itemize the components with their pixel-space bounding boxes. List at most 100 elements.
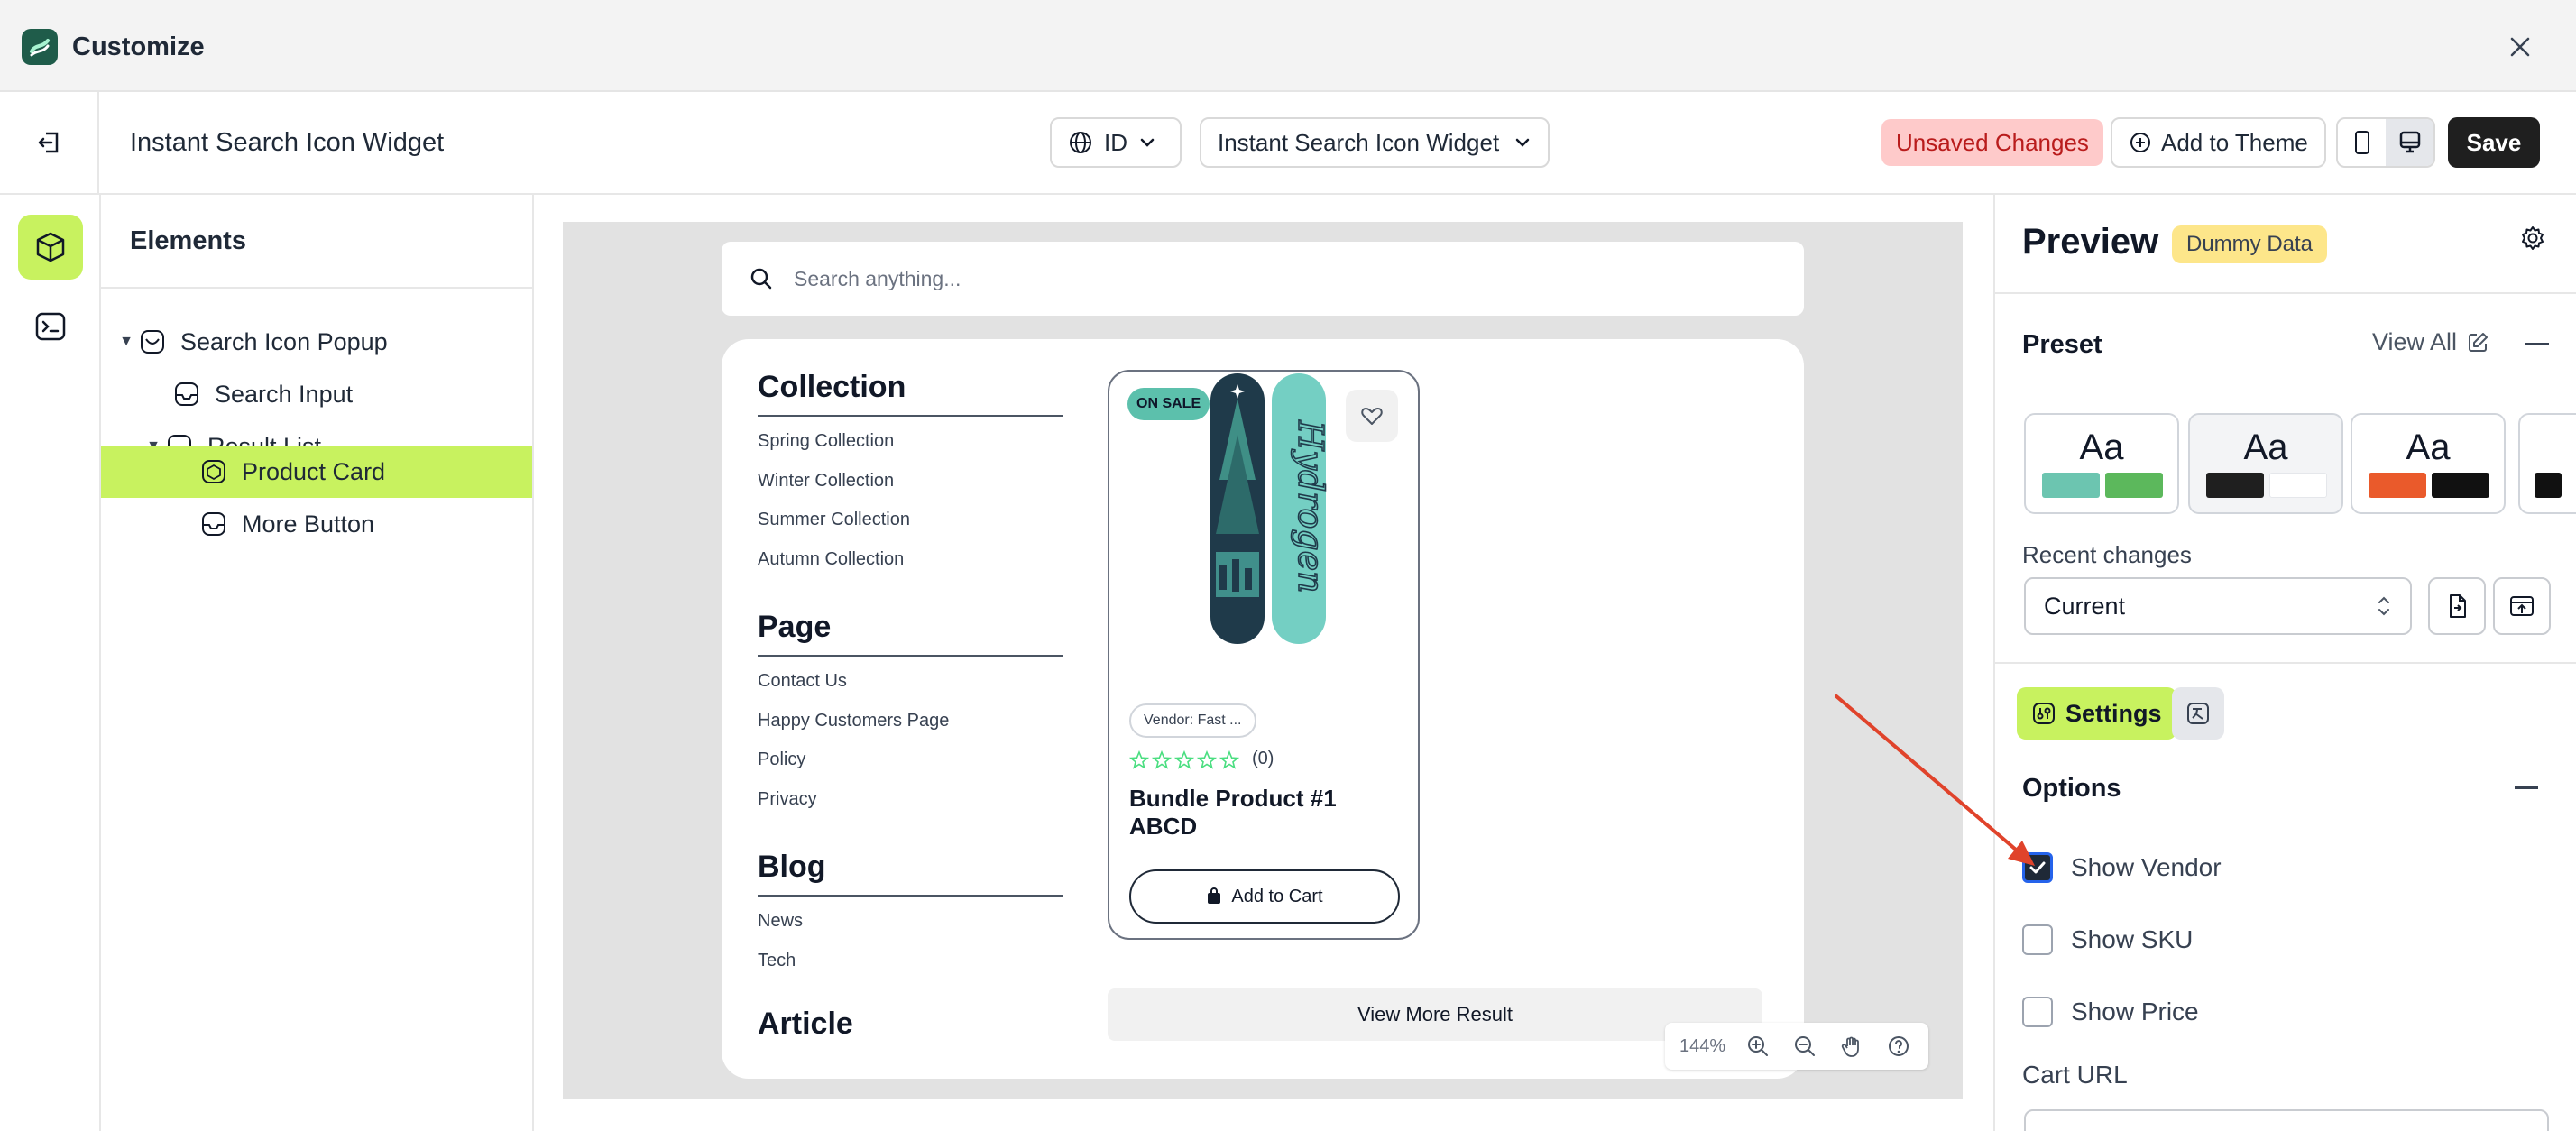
search-placeholder: Search anything... xyxy=(794,266,961,290)
exit-icon xyxy=(38,132,59,153)
preset-card-partial[interactable] xyxy=(2518,413,2576,514)
category-link[interactable]: Winter Collection xyxy=(758,471,894,492)
preset-label: Preset xyxy=(2022,330,2102,359)
category-title: Page xyxy=(758,610,832,644)
widget-title: Instant Search Icon Widget xyxy=(130,128,445,157)
tree-item-more-button[interactable]: More Button xyxy=(101,498,532,550)
globe-icon xyxy=(1070,132,1091,153)
zoom-level: 144% xyxy=(1679,1035,1726,1056)
category-link[interactable]: Privacy xyxy=(758,789,817,810)
import-button[interactable] xyxy=(2428,577,2486,635)
zoom-out-button[interactable] xyxy=(1783,1026,1826,1066)
cube-icon xyxy=(36,232,65,262)
collapse-options-icon[interactable] xyxy=(2515,786,2538,789)
export-button[interactable] xyxy=(2493,577,2551,635)
category-link[interactable]: Contact Us xyxy=(758,671,847,692)
recent-changes-select[interactable]: Current xyxy=(2024,577,2412,635)
widget-dropdown[interactable]: Instant Search Icon Widget xyxy=(1200,117,1550,168)
caret-down-icon[interactable]: ▼ xyxy=(115,334,137,350)
panel-title: Preview xyxy=(2022,222,2159,262)
collapse-preset-icon[interactable] xyxy=(2525,343,2549,345)
show-sku-checkbox[interactable] xyxy=(2022,924,2053,955)
preset-swatch xyxy=(2105,473,2163,498)
code-tab-button[interactable] xyxy=(18,294,83,359)
sliders-icon xyxy=(2033,703,2055,724)
elements-tab-button[interactable] xyxy=(18,215,83,280)
cart-url-input[interactable] xyxy=(2024,1109,2549,1131)
product-card-icon xyxy=(198,456,229,487)
chevron-updown-icon xyxy=(2378,596,2389,616)
category-divider xyxy=(758,655,1063,657)
category-link[interactable]: News xyxy=(758,911,803,932)
element-icon xyxy=(198,509,229,539)
category-link[interactable]: Happy Customers Page xyxy=(758,711,949,731)
tree-item-product-card[interactable]: Product Card xyxy=(101,446,532,498)
settings-tab[interactable]: Settings xyxy=(2017,687,2176,740)
edit-icon xyxy=(2469,332,2489,352)
show-price-checkbox[interactable] xyxy=(2022,997,2053,1027)
app-logo-icon xyxy=(22,29,58,65)
preview-search-input[interactable]: Search anything... xyxy=(722,242,1804,316)
category-title: Collection xyxy=(758,370,906,404)
category-link[interactable]: Summer Collection xyxy=(758,510,910,530)
desktop-icon xyxy=(2399,131,2420,153)
desktop-view-button[interactable] xyxy=(2386,119,2433,166)
preset-swatch xyxy=(2206,473,2264,498)
category-link[interactable]: Autumn Collection xyxy=(758,549,904,570)
section-divider xyxy=(1995,662,2576,664)
language-dropdown[interactable]: ID xyxy=(1050,117,1182,168)
translate-icon xyxy=(2187,703,2209,724)
product-card[interactable]: Hydrogen ON SALE Vendor: Fast ... (0) Bu… xyxy=(1108,370,1420,940)
mobile-view-button[interactable] xyxy=(2338,119,2386,166)
left-rail xyxy=(0,195,101,1131)
rating-stars xyxy=(1129,750,1239,770)
add-to-cart-button[interactable]: Add to Cart xyxy=(1129,869,1400,924)
cart-url-label: Cart URL xyxy=(2022,1061,2128,1089)
show-vendor-label: Show Vendor xyxy=(2071,853,2222,881)
gear-icon[interactable] xyxy=(2515,220,2551,256)
language-value: ID xyxy=(1104,128,1127,156)
exit-button[interactable] xyxy=(0,92,99,193)
show-sku-option[interactable]: Show SKU xyxy=(2022,922,2193,958)
category-title: Blog xyxy=(758,850,826,884)
category-link[interactable]: Tech xyxy=(758,951,796,971)
category-link[interactable]: Policy xyxy=(758,749,805,770)
preset-card[interactable]: Aa xyxy=(2188,413,2343,514)
translate-tab[interactable] xyxy=(2172,687,2224,740)
category-link[interactable]: Spring Collection xyxy=(758,431,894,452)
product-title[interactable]: Bundle Product #1 ABCD xyxy=(1129,785,1400,841)
preset-sample: Aa xyxy=(2079,428,2124,467)
hand-icon xyxy=(1841,1036,1860,1057)
unsaved-changes-badge: Unsaved Changes xyxy=(1881,119,2103,166)
view-all-link[interactable]: View All xyxy=(2372,328,2489,356)
preset-swatch xyxy=(2432,473,2489,498)
help-button[interactable] xyxy=(1877,1026,1920,1066)
preset-swatch xyxy=(2269,473,2327,498)
help-icon xyxy=(1889,1036,1909,1056)
app-title: Customize xyxy=(72,32,205,61)
preset-swatch xyxy=(2369,473,2426,498)
chevron-down-icon xyxy=(1515,138,1530,147)
preset-swatch xyxy=(2535,473,2562,498)
device-toggle xyxy=(2336,117,2435,168)
zoom-in-button[interactable] xyxy=(1736,1026,1780,1066)
star-icon xyxy=(1152,750,1172,769)
close-icon[interactable] xyxy=(2500,27,2540,67)
settings-tab-label: Settings xyxy=(2065,699,2162,727)
save-button[interactable]: Save xyxy=(2448,117,2540,168)
preset-card[interactable]: Aa xyxy=(2351,413,2506,514)
tree-item-search-icon-popup[interactable]: ▼ Search Icon Popup xyxy=(101,316,532,368)
recent-changes-label: Recent changes xyxy=(2022,541,2192,568)
wishlist-button[interactable] xyxy=(1346,390,1398,442)
preset-card[interactable]: Aa xyxy=(2024,413,2179,514)
elements-panel: Elements ▼ Search Icon Popup Search Inpu… xyxy=(101,195,534,1131)
pan-button[interactable] xyxy=(1830,1026,1873,1066)
category-divider xyxy=(758,415,1063,417)
add-to-theme-button[interactable]: Add to Theme xyxy=(2111,117,2326,168)
tree-item-search-input[interactable]: Search Input xyxy=(101,368,532,420)
show-vendor-option[interactable]: Show Vendor xyxy=(2022,850,2222,886)
preset-sample: Aa xyxy=(2406,428,2451,467)
show-price-option[interactable]: Show Price xyxy=(2022,994,2199,1030)
star-icon xyxy=(1174,750,1194,769)
show-vendor-checkbox[interactable] xyxy=(2022,852,2053,883)
